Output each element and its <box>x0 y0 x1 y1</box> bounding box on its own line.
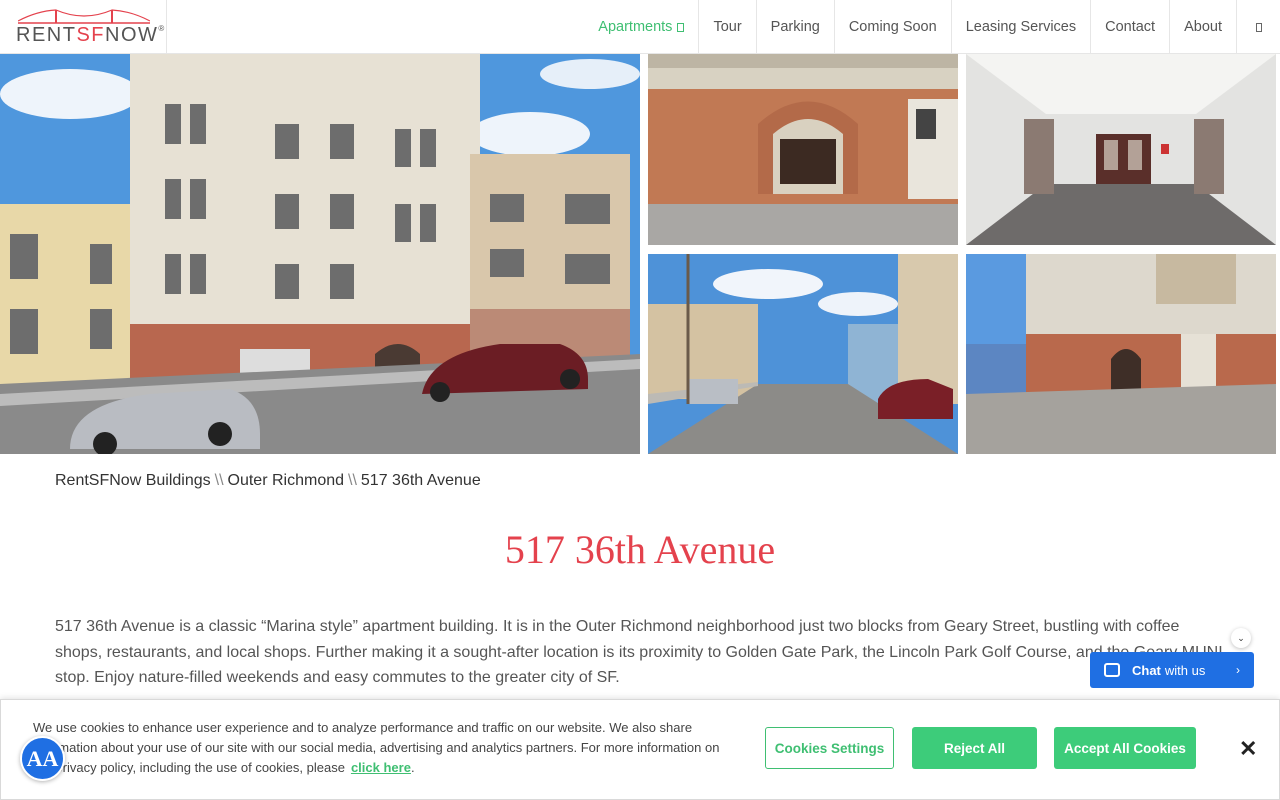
entrance-photo[interactable] <box>648 54 958 245</box>
breadcrumb-separator: \\ <box>348 472 357 489</box>
nav-contact[interactable]: Contact <box>1090 0 1169 54</box>
close-icon[interactable]: ✕ <box>1239 736 1257 762</box>
chat-collapse-button[interactable]: ⌄ <box>1231 628 1251 648</box>
building-sidewalk-photo[interactable] <box>966 254 1276 454</box>
nav-coming-soon[interactable]: Coming Soon <box>833 0 951 54</box>
chat-widget-button[interactable]: Chat with us › <box>1090 652 1254 688</box>
lobby-hallway-photo[interactable] <box>966 54 1276 245</box>
site-logo[interactable]: RENTSFNOW® <box>0 0 167 54</box>
cookie-banner: We use cookies to enhance user experienc… <box>0 699 1280 800</box>
cookie-message: We use cookies to enhance user experienc… <box>33 720 720 775</box>
chat-label-bold: Chat <box>1132 662 1161 678</box>
accessibility-icon[interactable]: AA <box>20 736 65 781</box>
breadcrumb-buildings[interactable]: RentSFNow Buildings <box>55 472 211 489</box>
breadcrumb-current: 517 36th Avenue <box>360 472 481 489</box>
nav-parking[interactable]: Parking <box>755 0 834 54</box>
nav-apartments[interactable]: Apartments <box>584 0 698 54</box>
reject-all-button[interactable]: Reject All <box>912 727 1037 769</box>
breadcrumb-outer-richmond[interactable]: Outer Richmond <box>228 472 345 489</box>
breadcrumb: RentSFNow Buildings \\ Outer Richmond \\ 517… <box>55 472 481 490</box>
search-icon[interactable] <box>1236 0 1280 54</box>
chat-bubble-icon <box>1104 663 1120 677</box>
building-description: 517 36th Avenue is a classic “Marina sty… <box>55 618 1223 686</box>
chevron-right-icon: › <box>1236 663 1240 677</box>
cookies-settings-button[interactable]: Cookies Settings <box>765 727 894 769</box>
street-view-photo[interactable] <box>648 254 958 454</box>
main-nav: Apartments Tour Parking Coming Soon Leas… <box>584 0 1280 54</box>
page-title: 517 36th Avenue <box>504 527 776 572</box>
accept-all-cookies-button[interactable]: Accept All Cookies <box>1054 727 1196 769</box>
nav-about[interactable]: About <box>1169 0 1236 54</box>
chat-label: with us <box>1164 662 1206 678</box>
site-header: RENTSFNOW® Apartments Tour Parking Comin… <box>0 0 1280 54</box>
breadcrumb-separator: \\ <box>214 472 224 489</box>
logo-wordmark: RENTSFNOW® <box>16 24 166 46</box>
nav-leasing-services[interactable]: Leasing Services <box>950 0 1090 54</box>
building-exterior-photo[interactable] <box>0 54 640 454</box>
nav-tour[interactable]: Tour <box>698 0 755 54</box>
golden-gate-bridge-icon <box>18 9 150 24</box>
privacy-policy-link[interactable]: click here <box>351 760 411 775</box>
dropdown-icon <box>677 22 685 32</box>
